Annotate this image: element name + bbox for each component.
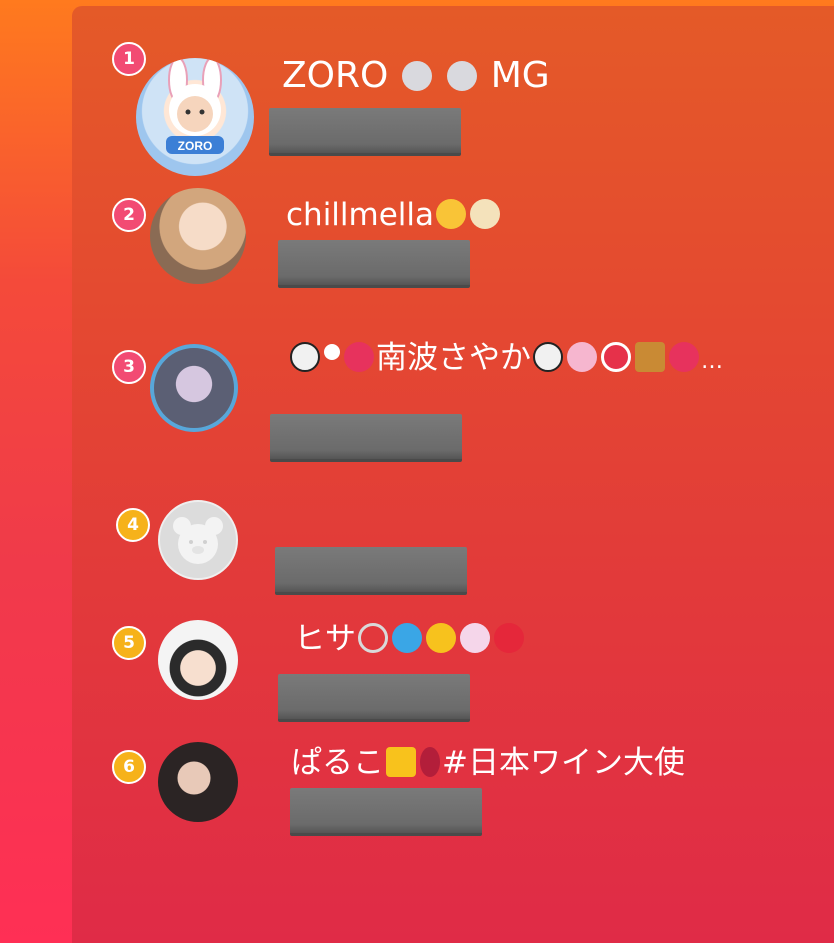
- user-avatar[interactable]: ZORO: [136, 58, 254, 176]
- sunflower-icon: [426, 623, 456, 653]
- user-name: ぱるこ #日本ワイン大使: [291, 743, 685, 783]
- rank-badge: 2: [112, 198, 146, 232]
- rank-badge: 1: [112, 42, 146, 76]
- cherry-blossom-icon: [567, 342, 597, 372]
- default-bear-avatar[interactable]: [158, 500, 238, 580]
- user-avatar[interactable]: [150, 188, 246, 284]
- name-prefix: ヒサ: [294, 621, 356, 657]
- svg-text:ZORO: ZORO: [178, 139, 213, 153]
- rank-badge: 3: [112, 350, 146, 384]
- ring-icon: [358, 623, 388, 653]
- hidden-info-mask: [270, 414, 462, 462]
- rank-badge: 6: [112, 750, 146, 784]
- name-prefix: ぱるこ: [291, 745, 384, 781]
- wine-glass-icon: [420, 747, 440, 777]
- hidden-info-mask: [278, 674, 470, 722]
- no-entry-icon: [601, 342, 631, 372]
- panda-icon: [533, 342, 563, 372]
- rabbit-icon: [447, 61, 478, 91]
- name-suffix: #日本ワイン大使: [442, 745, 685, 781]
- unicorn-icon: [460, 623, 490, 653]
- user-avatar[interactable]: [158, 742, 238, 822]
- hidden-info-mask: [275, 547, 467, 595]
- hidden-info-mask: [269, 108, 461, 156]
- dolphin-icon: [392, 623, 422, 653]
- name-middle: 南波さやか: [376, 340, 531, 376]
- name-prefix: chillmella: [286, 197, 435, 233]
- panda-icon: [290, 342, 320, 372]
- user-avatar[interactable]: [158, 620, 238, 700]
- name-prefix: ZORO: [282, 55, 389, 96]
- dumpling-icon: [470, 199, 501, 229]
- hibiscus-icon: [344, 342, 374, 372]
- rabbit-icon: [401, 61, 432, 91]
- star-icon: [386, 747, 416, 777]
- rank-badge: 5: [112, 626, 146, 660]
- user-name: chillmella: [286, 195, 502, 235]
- user-name: ZORO MG: [282, 54, 550, 98]
- rank-badge: 4: [116, 508, 150, 542]
- name-suffix: …: [701, 349, 723, 374]
- user-name: ヒサ: [294, 619, 526, 659]
- user-name: 南波さやか …: [288, 338, 723, 382]
- name-suffix: MG: [490, 55, 550, 96]
- user-avatar[interactable]: [150, 344, 238, 432]
- hidden-info-mask: [278, 240, 470, 288]
- chick-icon: [436, 199, 467, 229]
- hidden-info-mask: [290, 788, 482, 836]
- strawberry-icon: [494, 623, 524, 653]
- hibiscus-icon: [669, 342, 699, 372]
- ribbon-icon: [324, 344, 340, 360]
- whisky-icon: [635, 342, 665, 372]
